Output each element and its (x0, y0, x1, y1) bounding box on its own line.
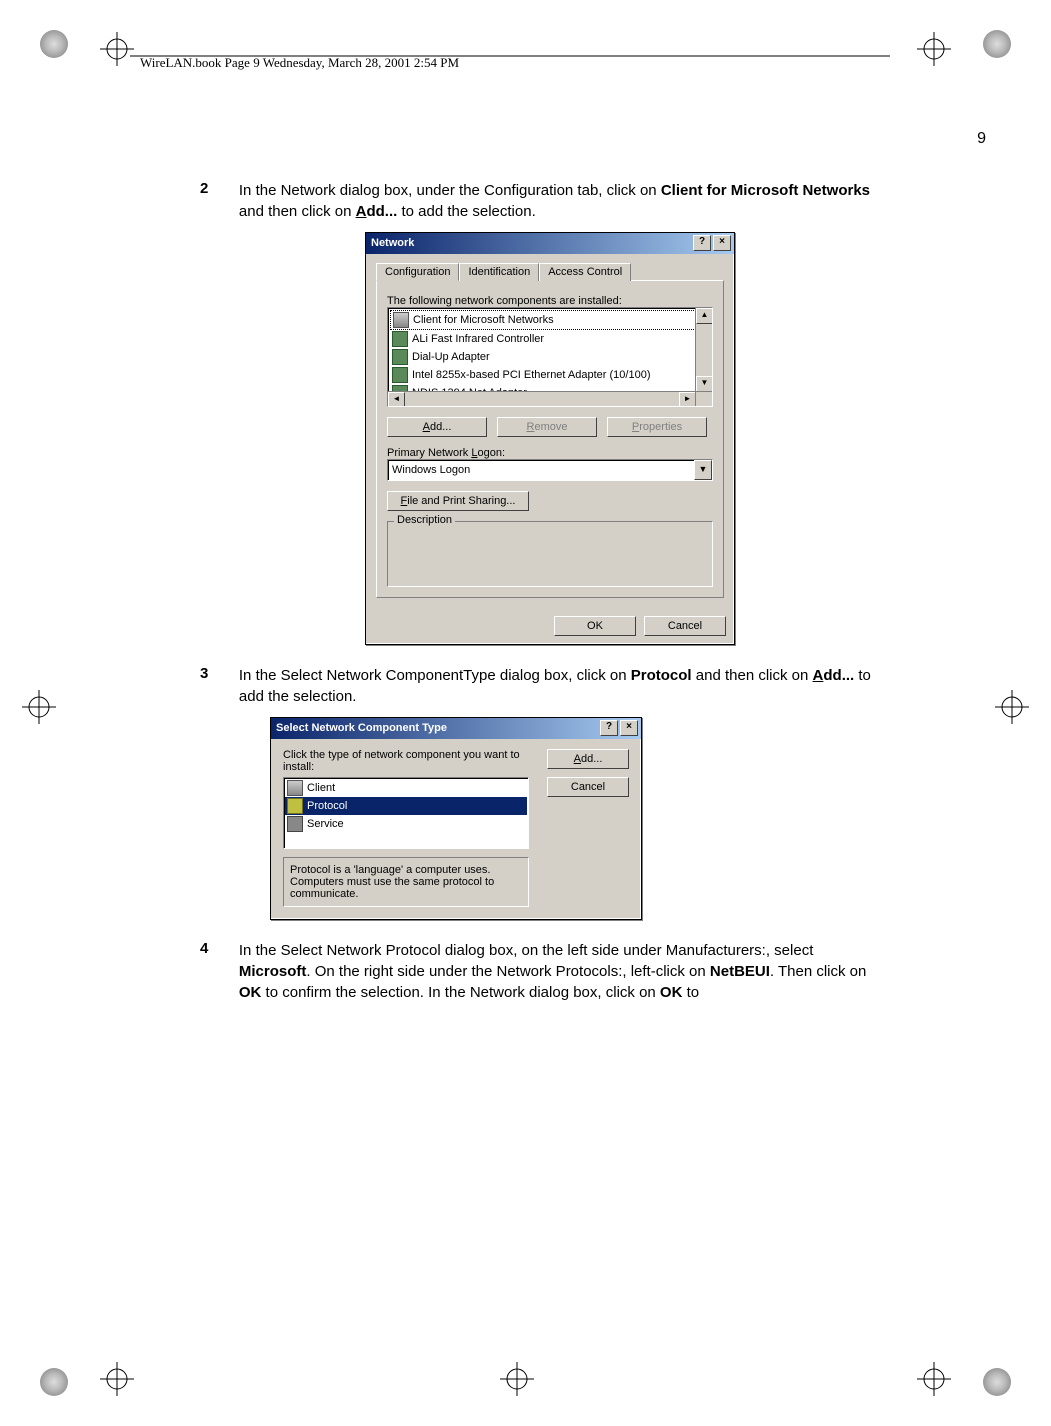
close-button[interactable]: × (713, 235, 731, 251)
step-number: 3 (200, 665, 235, 682)
add-button[interactable]: Add... (387, 417, 487, 437)
dialog-title: Network (371, 237, 414, 249)
list-item[interactable]: ALi Fast Infrared Controller (390, 330, 710, 348)
scroll-up-button[interactable]: ▲ (696, 308, 713, 324)
crosshair-icon (22, 690, 56, 724)
protocol-icon (287, 798, 303, 814)
list-item[interactable]: Client (285, 779, 527, 797)
description-groupbox: Description (387, 521, 713, 587)
crosshair-icon (500, 1362, 534, 1396)
dialog-titlebar: Network ? × (366, 233, 734, 254)
select-component-dialog: Select Network Component Type ? × Click … (270, 717, 642, 920)
horizontal-scrollbar[interactable]: ◄ ► (388, 391, 696, 406)
cancel-button[interactable]: Cancel (547, 777, 629, 797)
remove-button[interactable]: Remove (497, 417, 597, 437)
step-text: In the Select Network ComponentType dial… (239, 665, 889, 707)
doc-header: WireLAN.book Page 9 Wednesday, March 28,… (140, 55, 459, 71)
ok-button[interactable]: OK (554, 616, 636, 636)
tab-access-control[interactable]: Access Control (539, 263, 631, 281)
add-button[interactable]: Add... (547, 749, 629, 769)
step-number: 2 (200, 180, 235, 197)
adapter-icon (392, 349, 408, 365)
registration-mark-icon (40, 1368, 68, 1396)
list-item[interactable]: Dial-Up Adapter (390, 348, 710, 366)
list-item[interactable]: Intel 8255x-based PCI Ethernet Adapter (… (390, 366, 710, 384)
scroll-left-button[interactable]: ◄ (388, 392, 405, 407)
chevron-down-icon[interactable]: ▼ (694, 460, 712, 480)
step-number: 4 (200, 940, 235, 957)
cancel-button[interactable]: Cancel (644, 616, 726, 636)
registration-mark-icon (983, 1368, 1011, 1396)
description-label: Description (394, 514, 455, 526)
adapter-icon (392, 367, 408, 383)
vertical-scrollbar[interactable]: ▲ ▼ (695, 308, 712, 392)
list-item[interactable]: Protocol (285, 797, 527, 815)
components-label: The following network components are ins… (387, 295, 713, 307)
component-info: Protocol is a 'language' a computer uses… (283, 857, 529, 907)
tab-configuration[interactable]: Configuration (376, 263, 459, 281)
step-text: In the Select Network Protocol dialog bo… (239, 940, 889, 1003)
file-print-sharing-button[interactable]: File and Print Sharing... (387, 491, 529, 511)
crosshair-icon (995, 690, 1029, 724)
primary-logon-label: Primary Network Logon: (387, 447, 713, 459)
dialog-titlebar: Select Network Component Type ? × (271, 718, 641, 739)
crosshair-icon (100, 32, 134, 66)
tab-identification[interactable]: Identification (459, 263, 539, 281)
page-number: 9 (977, 130, 986, 148)
list-item[interactable]: Service (285, 815, 527, 833)
close-button[interactable]: × (620, 720, 638, 736)
crosshair-icon (100, 1362, 134, 1396)
registration-mark-icon (40, 30, 68, 58)
adapter-icon (392, 331, 408, 347)
list-item[interactable]: Client for Microsoft Networks (390, 310, 710, 330)
step-text: In the Network dialog box, under the Con… (239, 180, 889, 222)
components-listbox[interactable]: Client for Microsoft Networks ALi Fast I… (387, 307, 713, 407)
help-button[interactable]: ? (693, 235, 711, 251)
scroll-corner (695, 391, 712, 406)
dialog-title: Select Network Component Type (276, 722, 447, 734)
properties-button[interactable]: Properties (607, 417, 707, 437)
registration-mark-icon (983, 30, 1011, 58)
network-dialog: Network ? × Configuration Identification… (365, 232, 735, 645)
component-type-listbox[interactable]: Client Protocol Service (283, 777, 529, 849)
scroll-right-button[interactable]: ► (679, 392, 696, 407)
scroll-down-button[interactable]: ▼ (696, 376, 713, 392)
crosshair-icon (917, 1362, 951, 1396)
component-prompt: Click the type of network component you … (283, 749, 529, 773)
client-icon (287, 780, 303, 796)
service-icon (287, 816, 303, 832)
help-button[interactable]: ? (600, 720, 618, 736)
dropdown-value: Windows Logon (388, 464, 694, 476)
crosshair-icon (917, 32, 951, 66)
client-icon (393, 312, 409, 328)
primary-logon-dropdown[interactable]: Windows Logon ▼ (387, 459, 713, 481)
